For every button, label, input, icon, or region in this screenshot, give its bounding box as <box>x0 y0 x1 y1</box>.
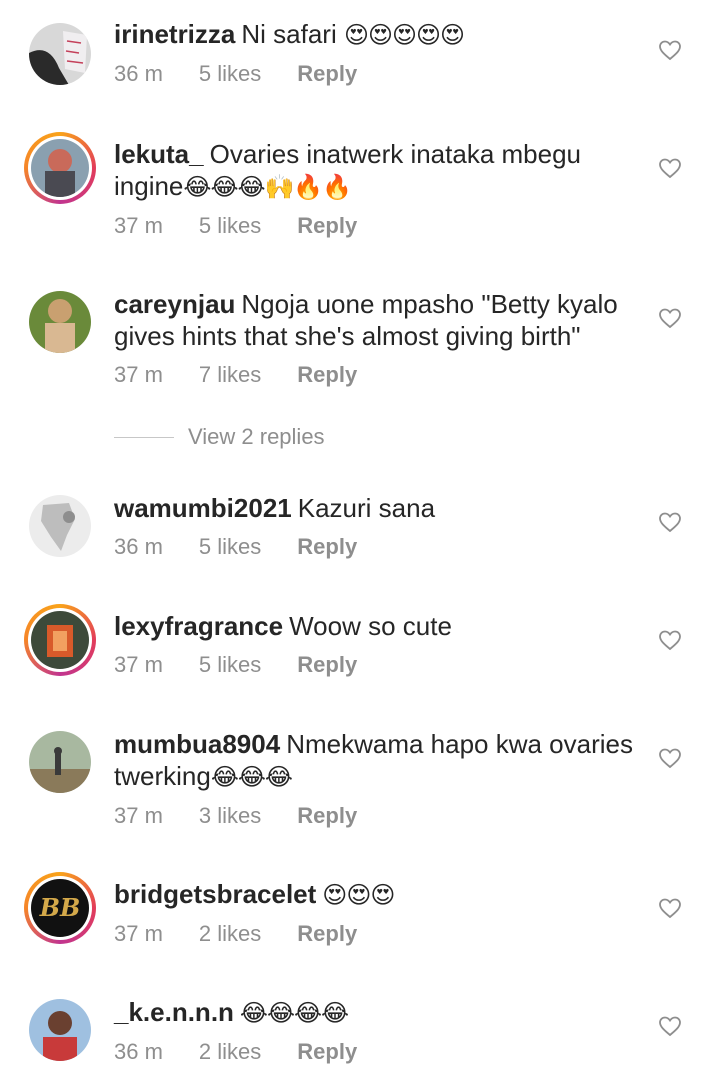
avatar[interactable] <box>24 994 96 1066</box>
comment-body: careynjau Ngoja uone mpasho "Betty kyalo … <box>114 288 634 388</box>
comment-text: irinetrizza Ni safari 😍😍😍😍😍 <box>114 18 634 51</box>
comment-text: wamumbi2021 Kazuri sana <box>114 492 634 524</box>
comment-meta: 37 m 2 likes Reply <box>114 921 634 947</box>
comment-meta: 36 m 5 likes Reply <box>114 61 634 87</box>
avatar-image <box>29 23 91 85</box>
avatar[interactable] <box>24 604 96 676</box>
comment-body: irinetrizza Ni safari 😍😍😍😍😍 36 m 5 likes … <box>114 18 634 87</box>
comment-time: 36 m <box>114 534 163 559</box>
reply-button[interactable]: Reply <box>297 213 357 239</box>
comment-username[interactable]: lexyfragrance <box>114 611 283 641</box>
comment-likes[interactable]: 5 likes <box>199 652 261 678</box>
comment-meta: 36 m 5 likes Reply <box>114 534 634 560</box>
avatar-image <box>29 495 91 557</box>
comment-text: lexyfragrance Woow so cute <box>114 610 634 642</box>
comment-likes[interactable]: 2 likes <box>199 1039 261 1065</box>
reply-button[interactable]: Reply <box>297 652 357 678</box>
avatar[interactable]: BB <box>24 872 96 944</box>
comment-time: 37 m <box>114 803 163 828</box>
avatar[interactable] <box>24 490 96 562</box>
comment-username[interactable]: bridgetsbracelet <box>114 879 316 909</box>
reply-button[interactable]: Reply <box>297 362 357 388</box>
comment-body: _k.e.n.n.n 😂😂😂😂 36 m 2 likes Reply <box>114 996 634 1065</box>
reply-button[interactable]: Reply <box>297 921 357 947</box>
comment-emoji: 😍😍😍😍😍 <box>343 21 465 49</box>
reply-button[interactable]: Reply <box>297 61 357 87</box>
comment-message: Ni safari <box>241 19 337 49</box>
comment-likes[interactable]: 3 likes <box>199 803 261 829</box>
comment-meta: 37 m 7 likes Reply <box>114 362 634 388</box>
comment-likes[interactable]: 5 likes <box>199 534 261 560</box>
comment-meta: 36 m 2 likes Reply <box>114 1039 634 1065</box>
avatar[interactable] <box>24 18 96 90</box>
logo-text: BB <box>39 893 81 922</box>
view-replies-label: View 2 replies <box>188 424 325 449</box>
avatar[interactable] <box>24 132 96 204</box>
comment-body: lekuta_ Ovaries inatwerk inataka mbegu in… <box>114 138 634 239</box>
comment-message: Kazuri sana <box>297 493 436 523</box>
comment-time: 37 m <box>114 652 163 677</box>
reply-button[interactable]: Reply <box>297 534 357 560</box>
comment-body: wamumbi2021 Kazuri sana 36 m 5 likes Repl… <box>114 492 634 560</box>
comment-time: 36 m <box>114 1039 163 1064</box>
comment-message: Woow so cute <box>289 611 452 641</box>
comment-likes[interactable]: 5 likes <box>199 61 261 87</box>
comment-username[interactable]: lekuta_ <box>114 139 204 169</box>
comment-meta: 37 m 3 likes Reply <box>114 803 634 829</box>
avatar-image: BB <box>31 879 89 937</box>
comment-username[interactable]: wamumbi2021 <box>114 493 292 523</box>
heart-icon[interactable] <box>658 896 682 920</box>
heart-icon[interactable] <box>658 1014 682 1038</box>
comment-time: 36 m <box>114 61 163 86</box>
avatar[interactable] <box>24 286 96 358</box>
comment-body: bridgetsbracelet 😍😍😍 37 m 2 likes Reply <box>114 878 634 947</box>
avatar-image <box>29 731 91 793</box>
comment-text: careynjau Ngoja uone mpasho "Betty kyalo … <box>114 288 634 352</box>
comment-likes[interactable]: 5 likes <box>199 213 261 239</box>
comment-likes[interactable]: 2 likes <box>199 921 261 947</box>
divider <box>114 436 174 438</box>
comment-meta: 37 m 5 likes Reply <box>114 652 634 678</box>
avatar-image <box>29 291 91 353</box>
heart-icon[interactable] <box>658 38 682 62</box>
avatar-image <box>31 611 89 669</box>
comment-time: 37 m <box>114 213 163 238</box>
comment-emoji: 😂😂😂😂 <box>239 999 349 1027</box>
comment-username[interactable]: careynjau <box>114 289 235 319</box>
avatar-image <box>31 139 89 197</box>
comment-text: lekuta_ Ovaries inatwerk inataka mbegu in… <box>114 138 634 203</box>
heart-icon[interactable] <box>658 628 682 652</box>
comment-text: mumbua8904 Nmekwama hapo kwa ovaries twer… <box>114 728 634 793</box>
comment-username[interactable]: mumbua8904 <box>114 729 280 759</box>
comment-likes[interactable]: 7 likes <box>199 362 261 388</box>
avatar-image <box>29 999 91 1061</box>
comment-time: 37 m <box>114 362 163 387</box>
reply-button[interactable]: Reply <box>297 803 357 829</box>
comment-emoji: 😍😍😍 <box>322 881 395 909</box>
comment-text: _k.e.n.n.n 😂😂😂😂 <box>114 996 634 1029</box>
heart-icon[interactable] <box>658 746 682 770</box>
comment-username[interactable]: _k.e.n.n.n <box>114 997 234 1027</box>
comment-time: 37 m <box>114 921 163 946</box>
comment-text: bridgetsbracelet 😍😍😍 <box>114 878 634 911</box>
heart-icon[interactable] <box>658 510 682 534</box>
comment-body: mumbua8904 Nmekwama hapo kwa ovaries twer… <box>114 728 634 829</box>
reply-button[interactable]: Reply <box>297 1039 357 1065</box>
comment-body: lexyfragrance Woow so cute 37 m 5 likes R… <box>114 610 634 678</box>
comment-meta: 37 m 5 likes Reply <box>114 213 634 239</box>
heart-icon[interactable] <box>658 306 682 330</box>
view-replies-button[interactable]: View 2 replies <box>114 424 325 450</box>
heart-icon[interactable] <box>658 156 682 180</box>
avatar[interactable] <box>24 726 96 798</box>
comment-username[interactable]: irinetrizza <box>114 19 235 49</box>
comment-emoji: 😂😂😂 <box>210 763 293 791</box>
comment-emoji: 😂😂😂🙌🔥🔥 <box>183 173 352 201</box>
